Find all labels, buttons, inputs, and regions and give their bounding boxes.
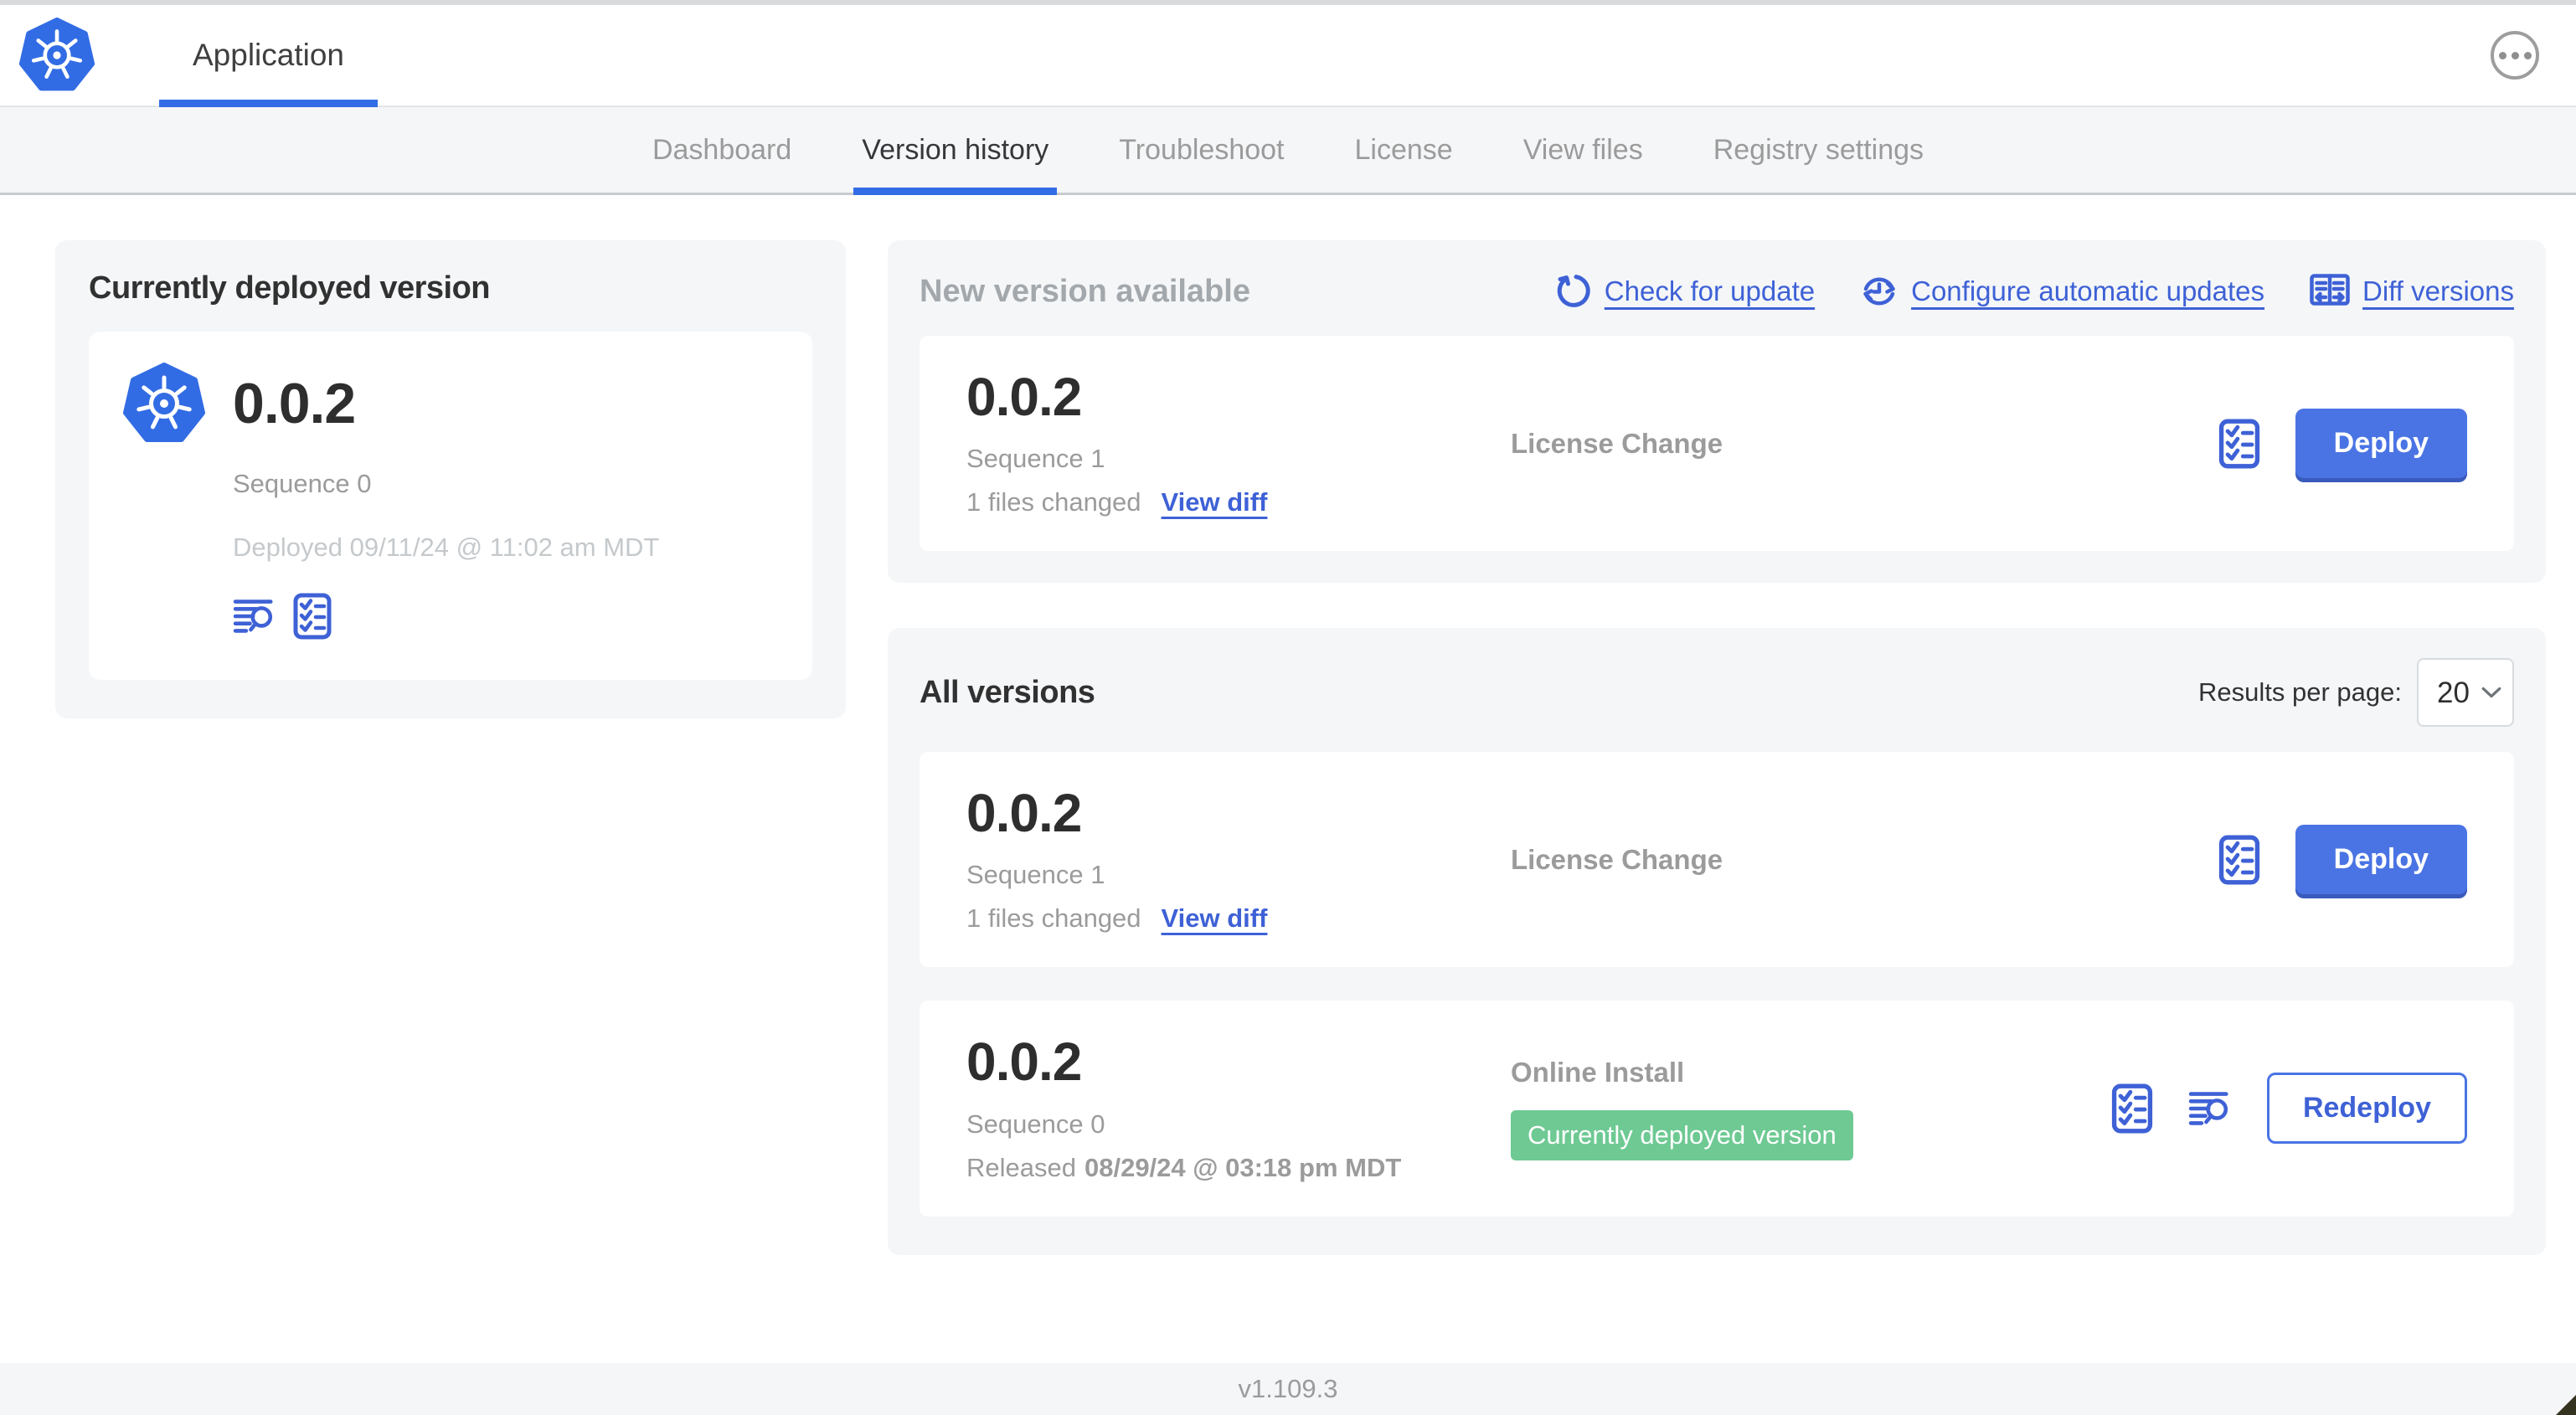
ellipsis-icon — [2498, 51, 2506, 59]
deployed-version-number: 0.0.2 — [233, 372, 356, 435]
new-version-card: 0.0.2 Sequence 1 1 files changed View di… — [920, 336, 2514, 552]
view-logs-button[interactable] — [233, 598, 276, 635]
preflight-checks-button[interactable] — [2218, 835, 2260, 885]
sequence-label: Sequence 1 — [966, 444, 1105, 474]
checklist-icon — [2111, 1083, 2153, 1134]
view-diff-link[interactable]: View diff — [1162, 903, 1268, 934]
preflight-checks-button[interactable] — [293, 593, 332, 640]
preflight-checks-button[interactable] — [2218, 419, 2260, 469]
released-date: 08/29/24 @ 03:18 pm MDT — [1084, 1152, 1402, 1182]
checklist-icon — [2218, 419, 2260, 469]
view-diff-link[interactable]: View diff — [1162, 487, 1268, 517]
checklist-icon — [293, 593, 332, 640]
overflow-menu-button[interactable] — [2491, 31, 2539, 80]
tab-troubleshoot[interactable]: Troubleshoot — [1115, 107, 1287, 193]
sequence-label: Sequence 0 — [966, 1109, 1105, 1139]
all-versions-panel: All versions Results per page: 20 0.0.2 … — [888, 628, 2546, 1255]
tab-version-history[interactable]: Version history — [853, 107, 1058, 195]
logs-magnifier-icon — [2188, 1090, 2232, 1127]
released-label: Released — [966, 1152, 1076, 1182]
version-number: 0.0.2 — [966, 783, 1082, 844]
version-number: 0.0.2 — [966, 1032, 1082, 1093]
configure-automatic-updates-link[interactable]: Configure automatic updates — [1860, 272, 2264, 311]
tab-application[interactable]: Application — [159, 5, 379, 107]
tab-registry-settings[interactable]: Registry settings — [1710, 107, 1927, 193]
top-header: Application — [0, 5, 2576, 107]
sequence-label: Sequence 1 — [966, 860, 1105, 890]
logs-magnifier-icon — [233, 598, 276, 635]
version-source-label: License Change — [1511, 843, 1723, 875]
tab-view-files[interactable]: View files — [1520, 107, 1646, 193]
currently-deployed-badge: Currently deployed version — [1511, 1109, 1853, 1160]
new-version-title: New version available — [920, 273, 1250, 309]
results-per-page-select[interactable]: 20 — [2417, 658, 2514, 728]
kubernetes-app-icon — [122, 362, 206, 445]
deployed-sequence-label: Sequence 0 — [233, 469, 372, 498]
page-footer: v1.109.3 — [0, 1363, 2576, 1415]
deploy-button[interactable]: Deploy — [2295, 409, 2467, 479]
files-changed-label: 1 files changed — [966, 903, 1141, 934]
diff-versions-label: Diff versions — [2362, 275, 2514, 306]
cursor-artifact — [2556, 1395, 2576, 1415]
version-row-sequence-0: 0.0.2 Sequence 0 Released 08/29/24 @ 03:1… — [920, 1001, 2514, 1217]
console-version: v1.109.3 — [1238, 1374, 1338, 1403]
redeploy-button[interactable]: Redeploy — [2266, 1073, 2467, 1145]
currently-deployed-title: Currently deployed version — [89, 270, 491, 306]
deployed-timestamp: Deployed 09/11/24 @ 11:02 am MDT — [233, 533, 660, 562]
ellipsis-icon — [2523, 51, 2532, 59]
tab-license[interactable]: License — [1352, 107, 1456, 193]
checklist-icon — [2218, 835, 2260, 885]
results-per-page-label: Results per page: — [2198, 677, 2402, 708]
all-versions-title: All versions — [920, 674, 1095, 710]
version-row-sequence-1: 0.0.2 Sequence 1 1 files changed View di… — [920, 752, 2514, 968]
new-version-panel: New version available Check for update C… — [888, 240, 2546, 584]
version-history-page: { "colors": { "accent_blue": "#326de6", … — [0, 0, 2576, 1415]
currently-deployed-card: 0.0.2 Sequence 0 Deployed 09/11/24 @ 11:… — [89, 332, 812, 680]
check-for-update-label: Check for update — [1604, 275, 1816, 306]
clock-sync-icon — [1860, 272, 1899, 311]
split-diff-icon — [2310, 274, 2350, 309]
released-timestamp: Released 08/29/24 @ 03:18 pm MDT — [966, 1153, 1511, 1183]
view-logs-button[interactable] — [2188, 1090, 2232, 1127]
refresh-icon — [1555, 273, 1592, 310]
preflight-checks-button[interactable] — [2111, 1083, 2153, 1134]
version-source-label: License Change — [1511, 427, 1723, 459]
app-subnav: Dashboard Version history Troubleshoot L… — [0, 107, 2576, 195]
version-number: 0.0.2 — [966, 367, 1082, 427]
configure-automatic-updates-label: Configure automatic updates — [1911, 275, 2265, 306]
tab-dashboard[interactable]: Dashboard — [649, 107, 795, 193]
version-source-label: Online Install — [1511, 1056, 1685, 1088]
diff-versions-link[interactable]: Diff versions — [2310, 274, 2514, 309]
deploy-button[interactable]: Deploy — [2295, 825, 2467, 895]
kubernetes-logo-icon — [18, 17, 95, 94]
ellipsis-icon — [2511, 51, 2519, 59]
app-tab-label: Application — [193, 38, 345, 72]
currently-deployed-panel: Currently deployed version 0.0.2 Sequenc… — [55, 240, 846, 718]
files-changed-label: 1 files changed — [966, 487, 1141, 517]
check-for-update-link[interactable]: Check for update — [1555, 273, 1815, 310]
main-content: Currently deployed version 0.0.2 Sequenc… — [0, 195, 2576, 1363]
